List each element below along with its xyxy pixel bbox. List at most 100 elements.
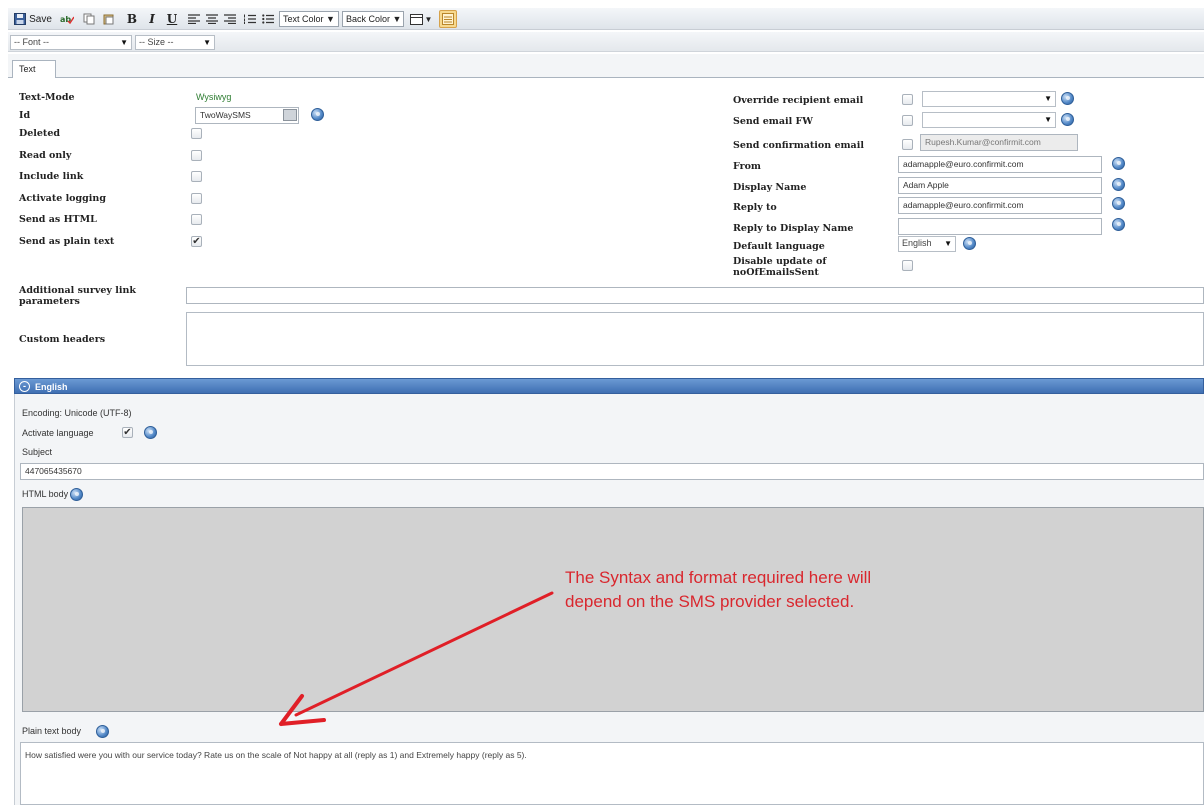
help-icon[interactable] bbox=[70, 488, 83, 501]
id-label: Id bbox=[19, 110, 31, 121]
default-language-select[interactable]: English ▼ bbox=[898, 236, 956, 252]
display-name-label: Display Name bbox=[733, 182, 807, 193]
align-center-button[interactable] bbox=[204, 10, 220, 28]
help-icon[interactable] bbox=[311, 108, 324, 121]
survey-params-label: Additional survey link parameters bbox=[19, 285, 136, 307]
spellcheck-button[interactable]: ab bbox=[58, 10, 76, 28]
include-link-checkbox[interactable] bbox=[191, 171, 202, 182]
underline-button[interactable]: U bbox=[164, 10, 180, 28]
html-view-icon bbox=[442, 13, 454, 25]
toggle-html-button[interactable] bbox=[439, 10, 457, 28]
override-recipient-select[interactable]: ▼ bbox=[922, 91, 1056, 107]
editor-toolbar: Save ab B I U Text Color ▼ Back Color ▼ … bbox=[8, 8, 1204, 30]
send-confirmation-checkbox[interactable] bbox=[902, 139, 913, 150]
encoding-text: Encoding: Unicode (UTF-8) bbox=[22, 408, 132, 418]
activate-logging-label: Activate logging bbox=[19, 193, 106, 204]
deleted-checkbox[interactable] bbox=[191, 128, 202, 139]
custom-headers-textarea[interactable] bbox=[186, 312, 1204, 366]
copy-icon bbox=[83, 13, 95, 25]
tab-bar: Text bbox=[8, 54, 1204, 78]
chevron-down-icon: ▼ bbox=[120, 38, 128, 47]
display-name-input[interactable]: Adam Apple bbox=[898, 177, 1102, 194]
read-only-label: Read only bbox=[19, 150, 72, 161]
plain-text-body-label: Plain text body bbox=[22, 726, 82, 736]
chevron-down-icon: ▼ bbox=[1044, 94, 1052, 103]
font-select[interactable]: -- Font -- ▼ bbox=[10, 35, 132, 50]
text-color-dropdown[interactable]: Text Color ▼ bbox=[279, 11, 339, 27]
help-icon[interactable] bbox=[1112, 178, 1125, 191]
help-icon[interactable] bbox=[1112, 197, 1125, 210]
from-label: From bbox=[733, 161, 761, 172]
chevron-down-icon: ▼ bbox=[326, 14, 335, 24]
chevron-down-icon: ▼ bbox=[392, 14, 402, 24]
send-email-fw-label: Send email FW bbox=[733, 116, 813, 127]
size-select[interactable]: -- Size -- ▼ bbox=[135, 35, 215, 50]
help-icon[interactable] bbox=[144, 426, 157, 439]
text-mode-value[interactable]: Wysiwyg bbox=[196, 92, 231, 102]
send-email-fw-checkbox[interactable] bbox=[902, 115, 913, 126]
override-recipient-label: Override recipient email bbox=[733, 95, 864, 106]
align-left-icon bbox=[188, 14, 200, 24]
deleted-label: Deleted bbox=[19, 128, 61, 139]
send-as-html-label: Send as HTML bbox=[19, 214, 97, 225]
reply-display-name-input[interactable] bbox=[898, 218, 1102, 235]
send-confirmation-label: Send confirmation email bbox=[733, 140, 864, 151]
send-email-fw-select[interactable]: ▼ bbox=[922, 112, 1056, 128]
align-center-icon bbox=[206, 14, 218, 24]
copy-button[interactable] bbox=[80, 10, 98, 28]
html-body-label: HTML body bbox=[22, 489, 69, 499]
plain-text-body-textarea[interactable]: How satisfied were you with our service … bbox=[20, 742, 1204, 805]
spellcheck-icon: ab bbox=[60, 15, 74, 25]
send-as-html-checkbox[interactable] bbox=[191, 214, 202, 225]
align-right-button[interactable] bbox=[222, 10, 238, 28]
subject-label: Subject bbox=[22, 447, 53, 457]
italic-button[interactable]: I bbox=[144, 10, 160, 28]
annotation-callout: The Syntax and format required here will… bbox=[565, 568, 872, 611]
tab-text[interactable]: Text bbox=[12, 60, 56, 78]
help-icon[interactable] bbox=[1061, 92, 1074, 105]
chevron-down-icon: ▼ bbox=[424, 14, 433, 24]
table-icon bbox=[409, 13, 423, 25]
text-mode-label: Text-Mode bbox=[19, 92, 75, 103]
include-link-label: Include link bbox=[19, 171, 84, 182]
bullet-list-button[interactable] bbox=[260, 10, 276, 28]
language-panel-header[interactable]: - English bbox=[14, 378, 1204, 394]
save-label: Save bbox=[29, 13, 52, 25]
keyboard-icon[interactable] bbox=[283, 109, 297, 121]
bullet-list-icon bbox=[262, 14, 274, 24]
align-right-icon bbox=[224, 14, 236, 24]
send-plain-text-label: Send as plain text bbox=[19, 236, 115, 247]
activate-language-checkbox[interactable]: ✔ bbox=[122, 427, 133, 438]
chevron-down-icon: ▼ bbox=[1044, 115, 1052, 124]
align-left-button[interactable] bbox=[186, 10, 202, 28]
help-icon[interactable] bbox=[1112, 218, 1125, 231]
reply-display-name-label: Reply to Display Name bbox=[733, 223, 854, 234]
send-plain-text-checkbox[interactable]: ✔ bbox=[191, 236, 202, 247]
floppy-icon bbox=[14, 13, 27, 25]
help-icon[interactable] bbox=[1061, 113, 1074, 126]
default-language-label: Default language bbox=[733, 241, 825, 252]
back-color-dropdown[interactable]: Back Color ▼ bbox=[342, 11, 404, 27]
confirmation-email-input: Rupesh.Kumar@confirmit.com bbox=[920, 134, 1078, 151]
reply-to-label: Reply to bbox=[733, 202, 777, 213]
from-input[interactable]: adamapple@euro.confirmit.com bbox=[898, 156, 1102, 173]
numbered-list-button[interactable] bbox=[242, 10, 258, 28]
help-icon[interactable] bbox=[96, 725, 109, 738]
read-only-checkbox[interactable] bbox=[191, 150, 202, 161]
reply-to-input[interactable]: adamapple@euro.confirmit.com bbox=[898, 197, 1102, 214]
save-button[interactable]: Save bbox=[12, 10, 54, 28]
disable-update-label: Disable update of noOfEmailsSent bbox=[733, 256, 827, 278]
paste-button[interactable] bbox=[100, 10, 118, 28]
insert-table-button[interactable]: ▼ bbox=[407, 10, 435, 28]
activate-language-label: Activate language bbox=[22, 428, 94, 438]
bold-button[interactable]: B bbox=[124, 10, 140, 28]
help-icon[interactable] bbox=[1112, 157, 1125, 170]
chevron-down-icon: ▼ bbox=[203, 38, 211, 47]
collapse-icon[interactable]: - bbox=[19, 381, 30, 392]
help-icon[interactable] bbox=[963, 237, 976, 250]
subject-input[interactable]: 447065435670 bbox=[20, 463, 1204, 480]
activate-logging-checkbox[interactable] bbox=[191, 193, 202, 204]
disable-update-checkbox[interactable] bbox=[902, 260, 913, 271]
survey-params-input[interactable] bbox=[186, 287, 1204, 304]
override-recipient-checkbox[interactable] bbox=[902, 94, 913, 105]
